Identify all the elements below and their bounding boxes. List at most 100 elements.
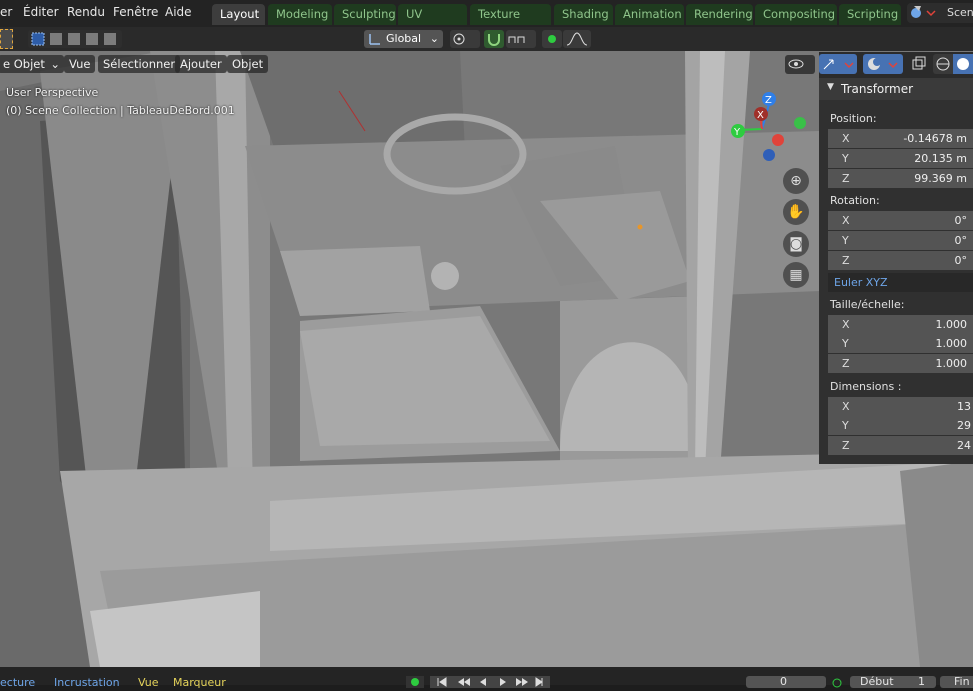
position-label: Position: — [830, 112, 877, 125]
tab-rendering[interactable]: Rendering — [686, 4, 753, 25]
zoom-icon[interactable]: ⊕ — [783, 168, 809, 194]
record-icon — [411, 678, 419, 686]
timeline-header: ecture Incrustation Vue Marqueur 0 Début… — [0, 667, 973, 689]
scene-icon — [911, 6, 936, 18]
tab-layout[interactable]: Layout — [212, 4, 265, 25]
dimensions-x-field[interactable]: X 13 — [828, 397, 973, 416]
scale-x-field[interactable]: X 1.000 — [828, 315, 973, 334]
perspective-label: User Perspective — [6, 86, 99, 99]
tab-modeling[interactable]: Modeling — [268, 4, 332, 25]
falloff-curve-icon — [566, 32, 588, 46]
menu-select[interactable]: Sélectionner — [98, 55, 181, 73]
falloff-dropdown[interactable] — [563, 30, 591, 48]
orientation-axis-icon — [369, 34, 380, 45]
menu-file[interactable]: er — [0, 5, 12, 19]
timeline-marker-menu[interactable]: Marqueur — [173, 676, 226, 689]
proportional-edit-toggle[interactable] — [542, 30, 562, 48]
playback-controls[interactable] — [430, 676, 550, 688]
rotation-mode-dropdown[interactable]: Euler XYZ — [828, 273, 973, 292]
gizmo-neg-y[interactable] — [794, 117, 806, 129]
start-frame-value: 1 — [918, 675, 925, 688]
snap-toggle[interactable] — [484, 30, 504, 48]
preview-range-toggle[interactable] — [828, 676, 846, 688]
chevron-down-icon: ⌄ — [50, 57, 60, 71]
transform-orientation-dropdown[interactable]: Global ⌄ — [364, 30, 443, 48]
tab-compositing[interactable]: Compositing — [755, 4, 837, 25]
stopwatch-icon — [832, 678, 842, 688]
mode-dropdown[interactable]: e Objet ⌄ — [0, 55, 64, 73]
viewport-shading-group[interactable] — [933, 54, 973, 74]
top-menu-bar: er Éditer Rendu Fenêtre Aide Layout Mode… — [0, 0, 973, 42]
grid-view-icon[interactable]: ▦ — [783, 262, 809, 288]
snap-increment-icon — [508, 36, 525, 43]
navigation-gizmo[interactable]: Z Y X — [725, 89, 815, 169]
chevron-down-icon: ⌄ — [429, 32, 439, 45]
select-tool-icon[interactable] — [0, 29, 13, 49]
timeline-keying-menu[interactable]: Incrustation — [54, 676, 120, 689]
transform-panel: ▼ Transformer Position: X -0.14678 m Y 20.… — [819, 78, 973, 464]
menu-window[interactable]: Fenêtre — [113, 5, 158, 19]
gizmo-neg-z[interactable] — [763, 149, 775, 161]
tab-scripting[interactable]: Scripting — [839, 4, 901, 25]
record-button[interactable] — [406, 676, 424, 688]
position-y-field[interactable]: Y 20.135 m — [828, 149, 973, 168]
current-frame-value: 0 — [780, 675, 787, 688]
gizmo-y-label: Y — [733, 127, 741, 138]
pivot-point-dropdown[interactable] — [450, 30, 480, 48]
position-x-field[interactable]: X -0.14678 m — [828, 129, 973, 148]
tab-animation[interactable]: Animation — [615, 4, 684, 25]
collection-label: (0) Scene Collection | TableauDeBord.001 — [6, 104, 235, 117]
gizmo-z-label: Z — [765, 95, 772, 106]
tab-shading[interactable]: Shading — [554, 4, 613, 25]
rotation-x-field[interactable]: X 0° — [828, 211, 973, 230]
dimensions-label: Dimensions : — [830, 380, 902, 393]
dimensions-z-field[interactable]: Z 24 — [828, 436, 973, 455]
timeline-view-menu[interactable]: Vue — [138, 676, 159, 689]
end-frame-label: Fin — [954, 675, 970, 688]
dimensions-y-field[interactable]: Y 29 — [828, 416, 973, 435]
rotation-z-field[interactable]: Z 0° — [828, 251, 973, 270]
panel-header[interactable]: ▼ Transformer — [819, 78, 973, 100]
scale-y-field[interactable]: Y 1.000 — [828, 334, 973, 353]
tool-header: Global ⌄ — [0, 27, 973, 51]
scale-label: Taille/échelle: — [830, 298, 905, 311]
scale-z-field[interactable]: Z 1.000 — [828, 354, 973, 373]
selection-mode-icons — [31, 32, 116, 46]
shading-header — [819, 52, 973, 78]
menu-render[interactable]: Rendu — [67, 5, 105, 19]
visibility-dropdown[interactable] — [785, 55, 815, 74]
orientation-value: Global — [386, 32, 422, 45]
menu-object[interactable]: Objet — [227, 55, 269, 73]
xray-icon — [912, 56, 926, 70]
menu-add[interactable]: Ajouter — [175, 55, 227, 73]
menu-edit[interactable]: Éditer — [23, 5, 59, 19]
start-frame-label: Début — [860, 675, 894, 688]
tab-sculpting[interactable]: Sculpting — [334, 4, 396, 25]
scene-name[interactable]: Scen — [947, 6, 973, 19]
gizmo-arrows-icon — [823, 59, 854, 70]
snap-target-dropdown[interactable] — [506, 30, 536, 48]
tab-uv-editing[interactable]: UV Editing — [398, 4, 467, 42]
xray-toggle[interactable] — [909, 54, 929, 74]
gizmo-toggle[interactable] — [819, 54, 857, 74]
panel-title: Transformer — [841, 82, 914, 96]
end-frame-field[interactable]: Fin — [940, 675, 973, 688]
mode-label: e Objet — [3, 57, 45, 71]
timeline-playback-menu[interactable]: ecture — [0, 676, 35, 689]
overlay-toggle[interactable] — [863, 54, 903, 74]
shading-mode-icons — [936, 54, 973, 74]
current-frame-field[interactable]: 0 — [746, 675, 826, 688]
pan-hand-icon[interactable]: ✋ — [783, 199, 809, 225]
camera-icon[interactable]: ◙ — [783, 231, 809, 257]
start-frame-field[interactable]: Début 1 — [850, 675, 936, 688]
gizmo-neg-x[interactable] — [772, 134, 784, 146]
menu-view[interactable]: Vue — [64, 55, 96, 73]
position-z-field[interactable]: Z 99.369 m — [828, 169, 973, 188]
overlay-icon — [868, 58, 898, 70]
proportional-edit-icon — [548, 35, 556, 43]
pivot-icon — [453, 33, 465, 45]
gizmo-x-label: X — [757, 110, 764, 121]
rotation-y-field[interactable]: Y 0° — [828, 231, 973, 250]
menu-help[interactable]: Aide — [165, 5, 192, 19]
tab-texture-paint[interactable]: Texture Paint — [470, 4, 551, 42]
